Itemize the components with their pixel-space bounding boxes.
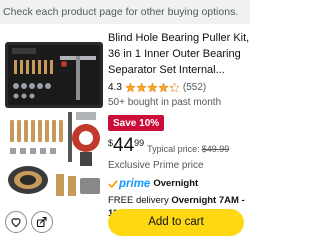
prime-badge: prime Overnight [108, 177, 250, 190]
product-details: Blind Hole Bearing Puller Kit, 36 in 1 I… [108, 30, 250, 220]
price: $ 44 99 Typical price: $49.99 [108, 136, 250, 158]
star-full-icon [125, 81, 136, 92]
price-cents: 99 [134, 138, 145, 148]
share-icon [36, 216, 47, 228]
info-banner: Check each product page for other buying… [0, 0, 250, 24]
info-banner-text: Check each product page for other buying… [3, 6, 239, 18]
prime-delivery-speed: Overnight [153, 178, 199, 189]
star-full-icon [158, 81, 169, 92]
star-rating [125, 81, 180, 93]
star-full-icon [147, 81, 158, 92]
star-partial-icon [169, 81, 180, 92]
prime-word: prime [119, 177, 151, 190]
deal-badge: Save 10% [108, 115, 165, 131]
delivery-time: Overnight 7AM - [171, 195, 245, 206]
bearing-puller-kit-image [5, 42, 103, 196]
rating-row[interactable]: 4.3 (552) [108, 80, 250, 94]
product-image[interactable] [4, 34, 104, 200]
prime-check-icon [108, 179, 118, 188]
prime-price-note: Exclusive Prime price [108, 160, 204, 171]
product-title-line: 36 in 1 Inner Outer Bearing [108, 48, 241, 60]
product-title-line: Blind Hole Bearing Puller Kit, [108, 32, 250, 44]
typical-price-label: Typical price: [147, 144, 200, 154]
star-full-icon [136, 81, 147, 92]
add-to-cart-button[interactable]: Add to cart [108, 209, 244, 236]
bought-recently: 50+ bought in past month [108, 97, 222, 108]
heart-icon [11, 218, 21, 228]
prime-logo: prime [108, 178, 150, 190]
product-title-line: Separator Set Internal... [108, 64, 225, 76]
share-button[interactable] [31, 211, 53, 233]
price-whole: 44 [113, 135, 135, 156]
wishlist-button[interactable] [5, 211, 27, 233]
rating-value: 4.3 [108, 81, 122, 93]
delivery-prefix: FREE delivery [108, 195, 169, 206]
review-count: (552) [182, 81, 207, 93]
typical-price-value: $49.99 [201, 144, 230, 154]
product-title[interactable]: Blind Hole Bearing Puller Kit, 36 in 1 I… [108, 30, 250, 78]
